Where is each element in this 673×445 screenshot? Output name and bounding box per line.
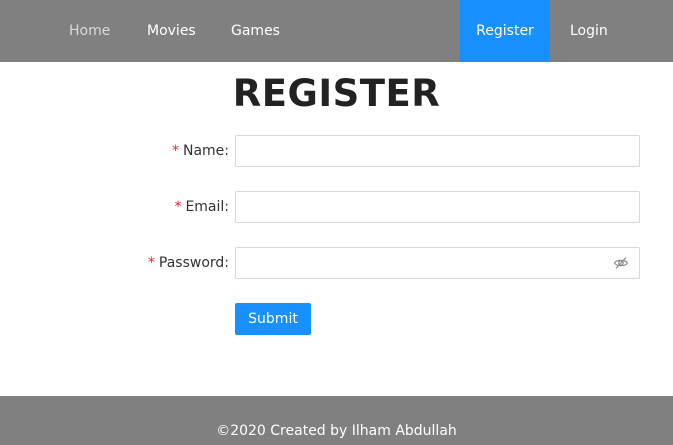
nav-item-register[interactable]: Register: [460, 0, 550, 62]
form-row-name: * Name:: [0, 135, 673, 167]
email-label: * Email:: [174, 191, 229, 223]
name-label-text: Name:: [182, 143, 229, 159]
name-input[interactable]: [235, 135, 640, 167]
submit-button[interactable]: Submit: [235, 303, 311, 335]
nav-item-home[interactable]: Home: [69, 0, 110, 62]
nav-item-login[interactable]: Login: [570, 0, 608, 62]
required-mark: *: [171, 143, 179, 159]
nav-item-movies[interactable]: Movies: [147, 0, 196, 62]
nav-item-games[interactable]: Games: [231, 0, 280, 62]
required-mark: *: [147, 255, 155, 271]
password-input[interactable]: [235, 247, 640, 279]
password-label: * Password:: [148, 247, 229, 279]
email-label-text: Email:: [185, 199, 229, 215]
required-mark: *: [174, 199, 182, 215]
form-row-email: * Email:: [0, 191, 673, 223]
form-row-password: * Password:: [0, 247, 673, 279]
name-label: * Name:: [172, 135, 229, 167]
page-title: REGISTER: [232, 72, 441, 115]
footer-copyright: ©2020 Created by Ilham Abdullah: [216, 423, 457, 439]
footer: ©2020 Created by Ilham Abdullah: [0, 396, 673, 445]
password-label-text: Password:: [158, 255, 229, 271]
eye-invisible-icon[interactable]: [613, 255, 629, 271]
top-navbar: Home Movies Games Register Login: [0, 0, 673, 62]
email-input[interactable]: [235, 191, 640, 223]
